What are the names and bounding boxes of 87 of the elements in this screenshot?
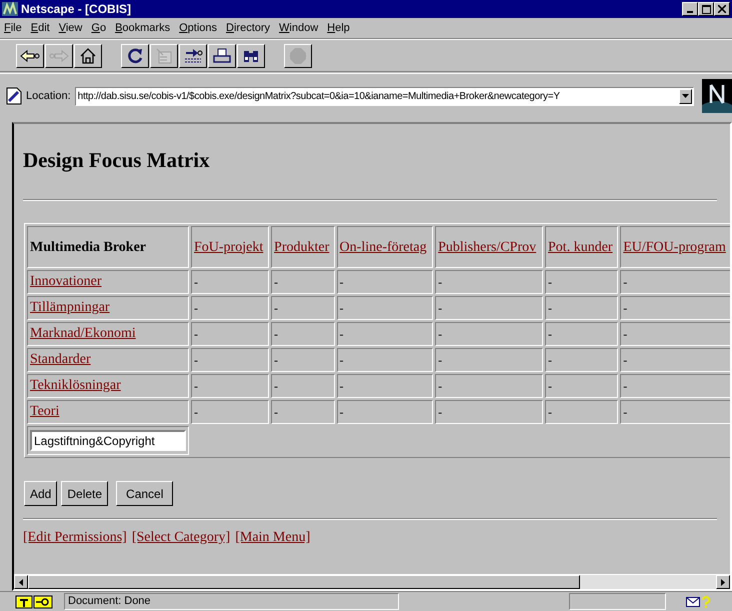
- maximize-icon: [702, 4, 710, 14]
- toolbar-button[interactable]: [16, 44, 44, 68]
- table-cell: -: [274, 300, 278, 314]
- table-cell: -: [274, 352, 278, 366]
- toolbar-button[interactable]: [74, 44, 102, 68]
- nav-link[interactable]: [Select Category]: [132, 530, 230, 546]
- table-cell: -: [438, 326, 442, 340]
- table-cell: -: [194, 274, 198, 288]
- table-cell: -: [438, 378, 442, 392]
- table-cell: -: [274, 274, 278, 288]
- table-cell: -: [340, 404, 344, 418]
- window-title: Netscape - [COBIS]: [21, 2, 132, 16]
- home-icon: [79, 48, 97, 64]
- nav-link[interactable]: [Main Menu]: [235, 530, 310, 546]
- menu-item[interactable]: File: [4, 22, 22, 34]
- printer-icon: [213, 48, 231, 64]
- bookmark-icon[interactable]: [6, 87, 22, 105]
- table-cell: -: [438, 274, 442, 288]
- table-cell: -: [438, 300, 442, 314]
- table-cell: -: [623, 378, 628, 392]
- netscape-logo: [702, 79, 732, 113]
- forward-arrow-icon: [49, 49, 69, 63]
- table-cell: -: [548, 300, 552, 314]
- table-cell: -: [548, 404, 552, 418]
- maximize-button[interactable]: [698, 2, 714, 16]
- table-cell: -: [438, 404, 442, 418]
- binoculars-icon: [242, 48, 260, 64]
- table-cell: -: [623, 274, 628, 288]
- table-cell: -: [194, 300, 198, 314]
- table-cell: -: [548, 326, 552, 340]
- table-cell: -: [623, 300, 628, 314]
- table-cell: -: [548, 378, 552, 392]
- minimize-button[interactable]: [682, 2, 698, 16]
- menu-item[interactable]: Options: [179, 22, 218, 34]
- app-icon: [2, 2, 18, 16]
- status-text: Document: Done: [64, 593, 399, 610]
- horizontal-scrollbar[interactable]: [14, 574, 730, 589]
- form-button[interactable]: Add: [24, 481, 58, 506]
- table-cell: -: [194, 378, 198, 392]
- images-icon: [155, 47, 173, 65]
- open-icon: [183, 47, 203, 65]
- menu-item[interactable]: Help: [327, 22, 350, 34]
- menu-item[interactable]: Edit: [30, 22, 50, 34]
- location-label: Location:: [26, 90, 71, 102]
- table-cell: -: [340, 352, 344, 366]
- table-cell: -: [194, 352, 198, 366]
- row-header-link[interactable]: Teori: [30, 404, 60, 419]
- table-cell: -: [340, 326, 344, 340]
- scroll-right-icon: [716, 575, 730, 589]
- table-cell: -: [340, 274, 344, 288]
- security-key-icon: [14, 594, 54, 608]
- menu-item[interactable]: Go: [91, 22, 106, 34]
- table-cell: -: [438, 352, 442, 366]
- table-cell: -: [340, 300, 344, 314]
- page-heading: Design Focus Matrix: [23, 148, 211, 174]
- table-cell: -: [274, 378, 278, 392]
- table-cell: -: [194, 326, 198, 340]
- location-field[interactable]: http://dab.sisu.se/cobis-v1/$cobis.exe/designMatrix?subcat=0&ia=10&ianame=Multimedia+Broker&newcategory=Y: [74, 86, 694, 106]
- menu-item[interactable]: Bookmarks: [115, 22, 170, 34]
- table-corner-header: Multimedia Broker: [27, 226, 189, 268]
- toolbar-button[interactable]: [121, 44, 149, 68]
- back-arrow-icon: [20, 49, 40, 63]
- close-icon: [718, 5, 726, 13]
- menu-item[interactable]: Window: [279, 22, 318, 34]
- toolbar-button[interactable]: [208, 44, 236, 68]
- scroll-left-icon: [14, 575, 28, 589]
- menu-item[interactable]: Directory: [226, 22, 270, 34]
- table-cell: -: [274, 326, 278, 340]
- toolbar-button[interactable]: [237, 44, 265, 68]
- table-cell: -: [548, 274, 552, 288]
- new-category-field[interactable]: Lagstiftning&Copyright: [30, 430, 186, 451]
- nav-link[interactable]: [Edit Permissions]: [23, 530, 127, 546]
- stop-icon: [289, 47, 307, 65]
- table-cell: -: [548, 352, 552, 366]
- mail-icon[interactable]: [686, 596, 700, 606]
- table-cell: -: [623, 326, 628, 340]
- reload-icon: [126, 47, 144, 65]
- toolbar-button[interactable]: [179, 44, 207, 68]
- close-button[interactable]: [714, 2, 730, 16]
- form-button[interactable]: Cancel: [116, 481, 174, 506]
- table-cell: -: [623, 352, 628, 366]
- table-cell: -: [340, 378, 344, 392]
- table-cell: -: [274, 404, 278, 418]
- table-cell: -: [194, 404, 198, 418]
- table-cell: -: [623, 404, 628, 418]
- menu-item[interactable]: View: [58, 22, 82, 34]
- form-button[interactable]: Delete: [61, 481, 108, 506]
